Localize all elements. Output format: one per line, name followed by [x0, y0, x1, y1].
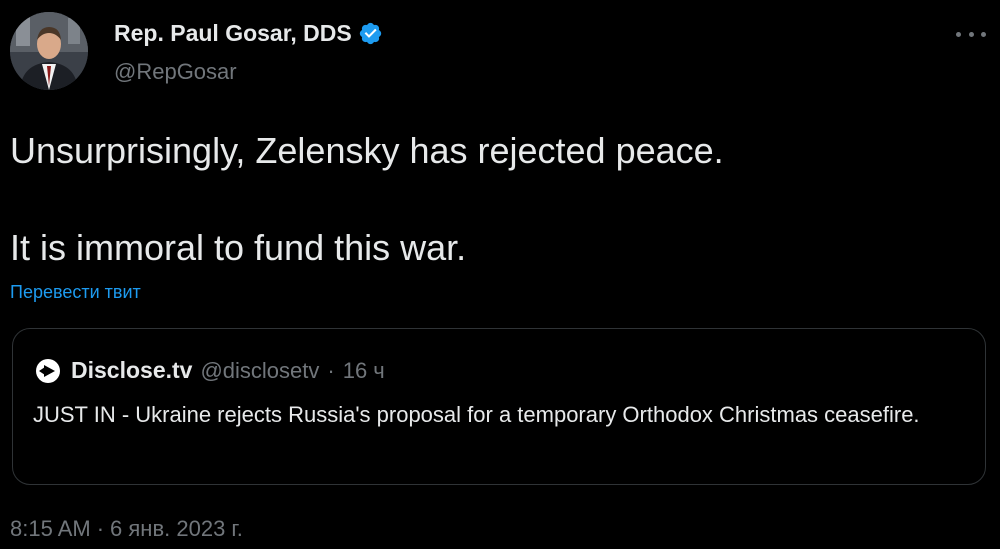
quoted-tweet-text: JUST IN - Ukraine rejects Russia's propo… [33, 402, 920, 427]
author-name[interactable]: Rep. Paul Gosar, DDS [114, 20, 352, 47]
tweet-text-line-2: It is immoral to fund this war. [10, 227, 467, 268]
author-name-row[interactable]: Rep. Paul Gosar, DDS [114, 20, 383, 47]
quoted-author-handle: @disclosetv [200, 357, 320, 383]
more-options-icon[interactable] [956, 22, 986, 46]
more-dot [981, 31, 986, 37]
quoted-tweet-card[interactable]: Disclose.tv @disclosetv · 16 ч JUST IN -… [12, 328, 986, 485]
avatar-portrait-icon [10, 12, 88, 90]
more-dot [956, 31, 961, 37]
author-avatar[interactable] [10, 12, 88, 90]
verified-badge-icon [358, 21, 383, 46]
tweet-timestamp[interactable]: 8:15 AM · 6 янв. 2023 г. [10, 516, 243, 542]
tweet: Rep. Paul Gosar, DDS @RepGosar Unsurpris… [0, 0, 1000, 549]
tweet-text-line-1: Unsurprisingly, Zelensky has rejected pe… [10, 130, 724, 171]
quoted-tweet-header: Disclose.tv @disclosetv · 16 ч [35, 357, 385, 384]
timestamp-date: 6 янв. 2023 г. [110, 516, 243, 541]
timestamp-separator: · [96, 516, 105, 541]
author-handle[interactable]: @RepGosar [114, 59, 237, 85]
translate-tweet-link[interactable]: Перевести твит [10, 282, 141, 303]
timestamp-time: 8:15 AM [10, 516, 91, 541]
quoted-separator: · [327, 357, 335, 383]
quoted-tweet-time: 16 ч [342, 357, 385, 383]
quoted-author-name: Disclose.tv [71, 357, 193, 383]
more-dot [968, 31, 974, 37]
disclosetv-logo-icon [35, 358, 61, 384]
